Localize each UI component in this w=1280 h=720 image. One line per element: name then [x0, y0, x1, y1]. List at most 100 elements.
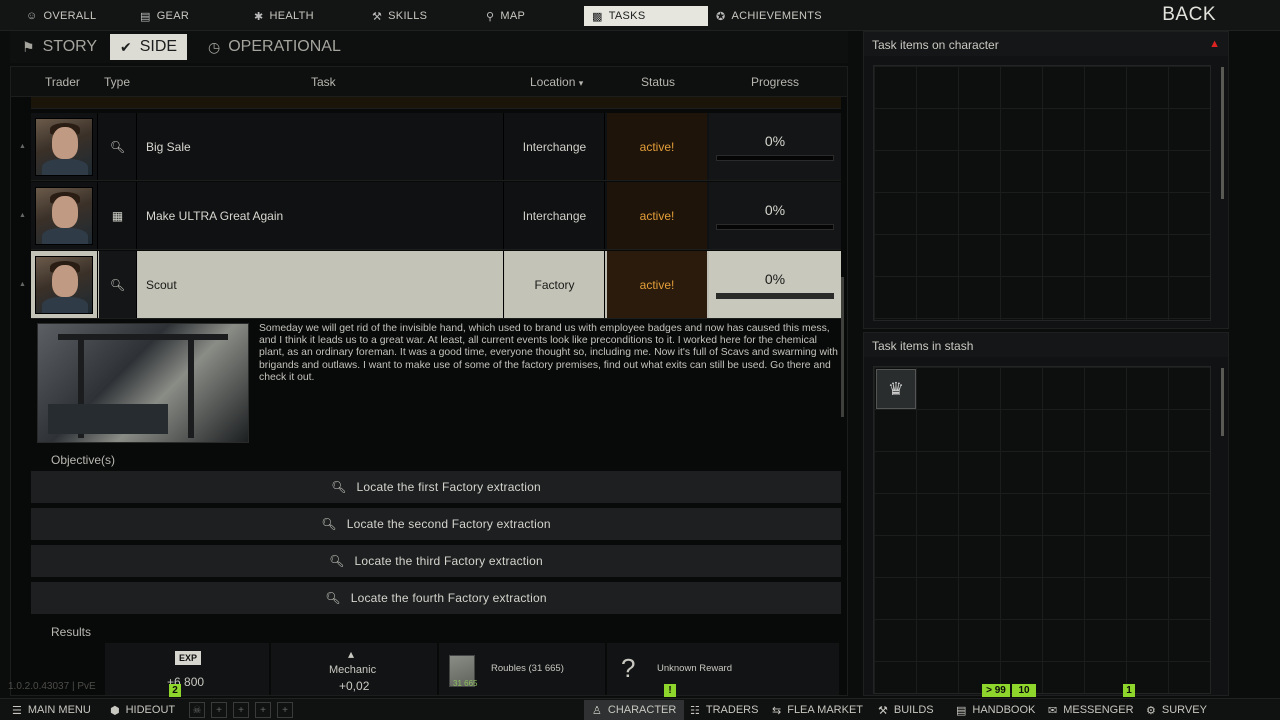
progress-text: 0% — [764, 201, 786, 218]
reward-unknown[interactable]: ? Unknown Reward — [607, 643, 839, 695]
table-row[interactable] — [31, 97, 841, 109]
bb-label: BUILDS — [893, 704, 934, 716]
character-grid-scrollbar[interactable] — [1221, 67, 1224, 199]
quick-slot[interactable]: + — [277, 702, 293, 718]
progress-bar — [716, 154, 834, 161]
badge-icon[interactable]: ♛ — [876, 369, 916, 409]
back-button[interactable]: BACK — [1162, 4, 1216, 26]
progress-bar — [716, 223, 834, 230]
tab-story[interactable]: ⚑ STORY — [12, 34, 107, 60]
shirt-icon: ▤ — [140, 10, 151, 23]
table-row[interactable]: ▲ 🔍︎ Big Sale Interchange active! 0% — [19, 113, 841, 181]
table-row-selected[interactable]: ▲ 🔍︎ Scout Factory active! 0% — [19, 251, 841, 319]
survey-button[interactable]: ⚙ SURVEY — [1146, 702, 1207, 718]
tab-skills[interactable]: ⚒ SKILLS — [364, 6, 435, 26]
flea-market-button[interactable]: ⇆ FLEA MARKET — [772, 702, 863, 718]
task-progress: 0% — [709, 113, 841, 180]
bb-label: HIDEOUT — [125, 704, 176, 716]
messenger-badge: 1 — [1123, 684, 1135, 697]
col-task[interactable]: Task — [311, 75, 336, 89]
tab-label: STORY — [42, 38, 98, 55]
hideout-button[interactable]: ⬢ HIDEOUT — [110, 702, 175, 718]
trader-portrait — [35, 255, 93, 314]
objective-text: Locate the fourth Factory extraction — [350, 591, 547, 605]
quick-slot[interactable]: + — [255, 702, 271, 718]
hideout-badge: 2 — [169, 684, 181, 697]
map-pin-icon: ⚲ — [486, 10, 495, 23]
main-menu-button[interactable]: ☰ MAIN MENU — [12, 702, 91, 718]
traders-button[interactable]: ☷ TRADERS — [690, 702, 758, 718]
tab-label: GEAR — [156, 10, 190, 22]
col-type[interactable]: Type — [104, 75, 130, 89]
bb-label: FLEA MARKET — [787, 704, 864, 716]
drag-handle-icon[interactable]: ▲ — [19, 143, 26, 150]
stash-grid-scrollbar[interactable] — [1221, 368, 1224, 436]
panel-title: Task items in stash — [864, 333, 1228, 357]
tab-label: OPERATIONAL — [228, 38, 341, 55]
objective-item: 🔍︎ Locate the first Factory extraction — [31, 471, 841, 503]
quick-slot-skull[interactable]: ☠ — [189, 702, 205, 718]
objective-text: Locate the third Factory extraction — [354, 554, 543, 568]
col-progress[interactable]: Progress — [751, 75, 799, 89]
handbook-icon: ▤ — [956, 704, 967, 717]
chevron-down-icon: ▾ — [578, 78, 584, 88]
column-headers: Trader Type Task Location ▾ Status Progr… — [11, 67, 847, 97]
tab-health[interactable]: ✱ HEALTH — [246, 6, 322, 26]
quest-type-tabs: ⚑ STORY ✔ SIDE ◷ OPERATIONAL — [10, 31, 848, 63]
search-icon: 🔍︎ — [321, 517, 337, 531]
col-trader[interactable]: Trader — [45, 75, 80, 89]
objective-item: 🔍︎ Locate the second Factory extraction — [31, 508, 841, 540]
tab-operational[interactable]: ◷ OPERATIONAL — [198, 34, 351, 60]
reward-standing: ▴ Mechanic +0,02 — [271, 643, 437, 695]
character-icon: ♙ — [592, 704, 602, 717]
handbook-button[interactable]: ▤ HANDBOOK — [956, 702, 1035, 718]
progress-text: 0% — [764, 270, 786, 287]
top-nav: ☺ OVERALL ▤ GEAR ✱ HEALTH ⚒ SKILLS ⚲ MAP ▩ TAS… — [0, 0, 1280, 31]
tab-label: OVERALL — [43, 10, 97, 22]
messenger-button[interactable]: ✉ MESSENGER — [1048, 702, 1134, 718]
panel-title: Task items on character — [864, 32, 1228, 56]
col-location[interactable]: Location ▾ — [530, 75, 583, 89]
task-list-scrollbar[interactable] — [841, 277, 844, 417]
bb-label: SURVEY — [1161, 704, 1207, 716]
quick-slot[interactable]: + — [211, 702, 227, 718]
survey-icon: ⚙ — [1146, 704, 1156, 717]
tab-gear[interactable]: ▤ GEAR — [132, 6, 197, 26]
tab-label: SIDE — [139, 38, 178, 55]
tab-tasks[interactable]: ▩ TASKS — [584, 6, 708, 26]
map-icon: ▦ — [99, 182, 137, 249]
achievements-icon: ✪ — [716, 10, 726, 23]
quick-slot[interactable]: + — [233, 702, 249, 718]
task-name: Scout — [138, 251, 504, 318]
task-status: active! — [607, 113, 707, 180]
side-icon: ✔ — [120, 38, 132, 55]
tab-overall[interactable]: ☺ OVERALL — [18, 6, 104, 26]
tab-side[interactable]: ✔ SIDE — [110, 34, 188, 60]
tab-map[interactable]: ⚲ MAP — [478, 6, 533, 26]
reward-roubles[interactable]: 31 665 Roubles (31 665) — [439, 643, 605, 695]
messenger-icon: ✉ — [1048, 704, 1058, 717]
character-button[interactable]: ♙ CHARACTER — [584, 700, 685, 720]
task-list-panel: Trader Type Task Location ▾ Status Progr… — [10, 66, 848, 696]
tasks-icon: ▩ — [592, 10, 603, 23]
trader-cell — [31, 113, 98, 180]
objective-text: Locate the first Factory extraction — [356, 480, 541, 494]
drag-handle-icon[interactable]: ▲ — [19, 281, 26, 288]
table-row[interactable]: ▲ ▦ Make ULTRA Great Again Interchange a… — [19, 182, 841, 250]
bb-label: TRADERS — [705, 704, 759, 716]
tab-label: MAP — [500, 10, 526, 22]
search-icon: 🔍︎ — [99, 251, 137, 318]
objective-text: Locate the second Factory extraction — [346, 517, 551, 531]
search-icon: 🔍︎ — [331, 480, 347, 494]
character-items-grid[interactable] — [873, 65, 1211, 321]
traders-icon: ☷ — [690, 704, 700, 717]
col-status[interactable]: Status — [641, 75, 675, 89]
results-heading: Results — [51, 625, 92, 639]
builds-button[interactable]: ⚒ BUILDS — [878, 702, 934, 718]
bb-label: HANDBOOK — [972, 704, 1036, 716]
task-items-on-character-panel: Task items on character ▲ — [863, 31, 1229, 329]
stash-items-grid[interactable]: ♛ — [873, 366, 1211, 694]
drag-handle-icon[interactable]: ▲ — [19, 212, 26, 219]
task-progress: 0% — [709, 182, 841, 249]
tab-achievements[interactable]: ✪ ACHIEVEMENTS — [708, 6, 830, 26]
